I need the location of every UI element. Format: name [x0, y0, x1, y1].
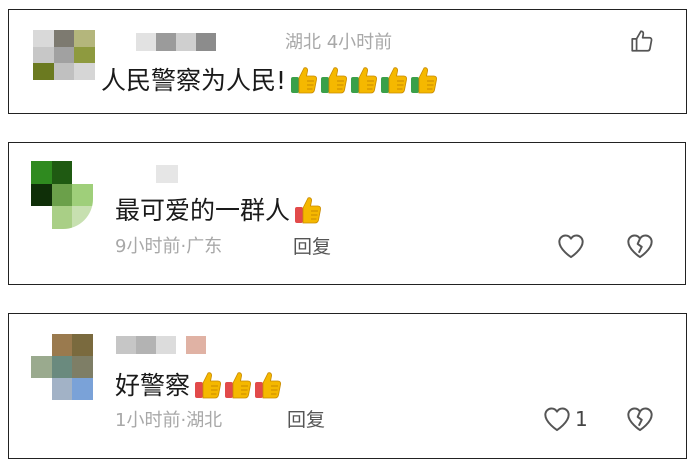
like-button[interactable]: 1 — [543, 406, 588, 432]
dislike-button[interactable] — [626, 233, 654, 259]
comment-text-content: 好警察 — [115, 370, 191, 400]
comment-card: 最可爱的一群人 9小时前·广东 回复 — [8, 142, 686, 285]
comment-card: 湖北 4小时前 人民警察为人民! — [8, 9, 687, 114]
thumbs-up-icon — [295, 197, 322, 224]
emoji-row — [194, 370, 282, 400]
broken-heart-icon — [627, 407, 653, 432]
dislike-button[interactable] — [626, 406, 654, 432]
comment-location: 湖北 — [186, 410, 223, 431]
heart-outline-icon — [558, 234, 584, 259]
comment-text: 好警察 — [115, 370, 282, 400]
comment-location: 广东 — [186, 236, 223, 257]
thumbs-up-icon — [255, 372, 282, 399]
comment-meta: 1小时前·湖北 — [115, 412, 222, 430]
username[interactable] — [116, 336, 206, 354]
reply-button[interactable]: 回复 — [287, 411, 325, 430]
comment-text: 最可爱的一群人 — [115, 195, 322, 225]
like-count: 1 — [575, 407, 588, 431]
comment-text: 人民警察为人民! — [101, 65, 438, 95]
username[interactable] — [156, 165, 178, 183]
reply-button[interactable]: 回复 — [293, 238, 331, 257]
comment-location-time: 湖北 4小时前 — [285, 32, 393, 53]
thumbs-up-icon — [351, 67, 378, 94]
thumbs-up-icon — [321, 67, 348, 94]
comment-time: 9小时前 — [115, 236, 181, 257]
like-button[interactable] — [629, 28, 655, 54]
thumbs-up-icon — [195, 372, 222, 399]
avatar[interactable] — [31, 334, 93, 400]
comment-text-content: 最可爱的一群人 — [115, 195, 291, 225]
avatar[interactable] — [33, 30, 95, 80]
comment-text-content: 人民警察为人民! — [101, 65, 287, 95]
comment-card: 好警察 1小时前·湖北 回复 1 — [8, 313, 687, 459]
avatar[interactable] — [31, 161, 93, 229]
thumbs-up-icon — [291, 67, 318, 94]
comment-meta: 9小时前·广东 — [115, 238, 222, 256]
heart-outline-icon — [544, 407, 570, 432]
thumbs-up-outline-icon — [631, 30, 653, 52]
thumbs-up-icon — [381, 67, 408, 94]
thumbs-up-icon — [411, 67, 438, 94]
broken-heart-icon — [627, 234, 653, 259]
thumbs-up-icon — [225, 372, 252, 399]
username[interactable] — [136, 33, 216, 51]
comment-time: 1小时前 — [115, 410, 181, 431]
emoji-row — [294, 195, 322, 225]
like-button[interactable] — [557, 233, 585, 259]
emoji-row — [290, 65, 438, 95]
